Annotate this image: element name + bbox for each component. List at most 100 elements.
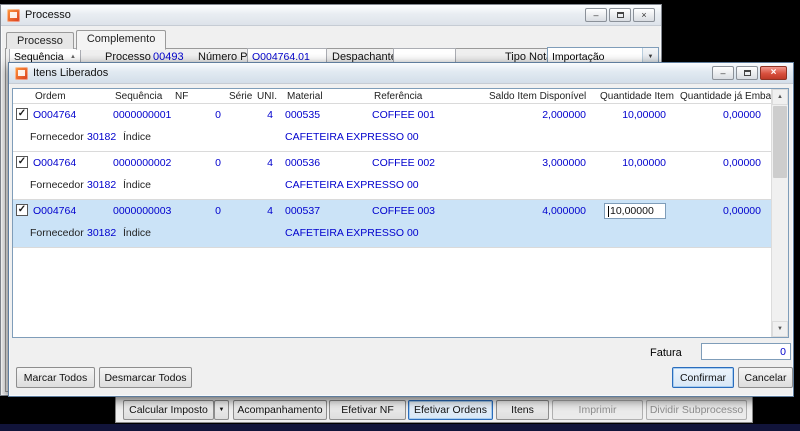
imprimir-button[interactable]: Imprimir	[552, 400, 643, 420]
row-detail-line: Fornecedor 30182 Índice CAFETEIRA EXPRES…	[13, 179, 788, 195]
table-row[interactable]: ✓ O004764 0000000002 0 4 000536 COFFEE 0…	[13, 152, 788, 200]
indice-label: Índice	[123, 227, 152, 239]
app-icon	[15, 66, 28, 80]
maximize-button[interactable]	[609, 8, 631, 22]
cell-material: 000535	[285, 109, 321, 121]
row-checkbox[interactable]: ✓	[16, 204, 28, 216]
cell-saldo-item-disponivel: 2,000000	[542, 109, 586, 121]
sequencia-label: Sequência	[14, 50, 64, 63]
material-descricao: CAFETEIRA EXPRESSO 00	[285, 179, 419, 191]
close-icon: ×	[770, 67, 777, 78]
itens-table: Ordem Sequência NF Série UNI. Material R…	[12, 88, 789, 338]
cell-quantidade-item[interactable]: 10,00000 10,00000	[598, 104, 678, 126]
header-ordem[interactable]: Ordem	[33, 89, 113, 103]
cell-referencia: COFFEE 003	[372, 205, 436, 217]
header-quantidade-item[interactable]: Quantidade Item	[598, 89, 678, 103]
desmarcar-todos-button[interactable]: Desmarcar Todos	[99, 367, 192, 388]
maximize-button[interactable]	[736, 66, 758, 80]
calcular-imposto-button[interactable]: Calcular Imposto	[123, 400, 214, 420]
close-button[interactable]: ×	[760, 66, 787, 80]
indice-label: Índice	[123, 179, 152, 191]
cell-sequencia: 0000000002	[113, 157, 172, 169]
taskbar-edge	[0, 424, 800, 431]
header-serie[interactable]: Série	[227, 89, 255, 103]
dialog-titlebar: Itens Liberados – ×	[9, 63, 793, 84]
cell-quantidade-item[interactable]: 10,00000 10,00000	[598, 200, 678, 222]
cell-uni: 4	[267, 205, 273, 217]
cell-ordem: O004764	[33, 205, 77, 217]
material-descricao: CAFETEIRA EXPRESSO 00	[285, 131, 419, 143]
cancelar-button[interactable]: Cancelar	[738, 367, 793, 388]
tab-processo[interactable]: Processo	[6, 32, 74, 49]
cell-sequencia: 0000000001	[113, 109, 172, 121]
scrollbar-thumb[interactable]	[773, 106, 787, 178]
row-checkbox[interactable]: ✓	[16, 108, 28, 120]
itens-liberados-dialog: Itens Liberados – × Ordem Sequência NF S…	[8, 62, 794, 397]
tab-complemento[interactable]: Complemento	[75, 30, 167, 50]
acompanhamento-button[interactable]: Acompanhamento	[233, 400, 327, 420]
efetivar-nf-button[interactable]: Efetivar NF	[329, 400, 406, 420]
confirmar-button[interactable]: Confirmar	[672, 367, 734, 388]
cell-nf: 0	[215, 157, 221, 169]
cell-quantidade-ja-embarcada: 0,00000	[723, 109, 761, 121]
fatura-input[interactable]: 0	[701, 343, 791, 360]
itens-button[interactable]: Itens	[496, 400, 549, 420]
close-button[interactable]: ×	[633, 8, 655, 22]
cell-material: 000537	[285, 205, 321, 217]
cell-nf: 0	[215, 109, 221, 121]
sort-caret-icon: ▲	[70, 53, 76, 60]
indice-label: Índice	[123, 131, 152, 143]
checkbox-cell: ✓	[13, 152, 33, 174]
cell-uni: 4	[267, 157, 273, 169]
cell-referencia: COFFEE 002	[372, 157, 436, 169]
scroll-up-icon[interactable]: ▲	[772, 89, 788, 105]
cell-ordem: O004764	[33, 109, 77, 121]
header-nf[interactable]: NF	[173, 89, 227, 103]
cell-nf: 0	[215, 205, 221, 217]
table-header: Ordem Sequência NF Série UNI. Material R…	[13, 89, 788, 104]
desktop: Processo – × Processo Complemento Sequên…	[0, 0, 800, 431]
cell-quantidade-item[interactable]: 10,00000 10,00000	[598, 152, 678, 174]
header-uni[interactable]: UNI.	[255, 89, 285, 103]
header-material[interactable]: Material	[285, 89, 372, 103]
process-actions-toolbar: Calcular Imposto ▼ Acompanhamento Efetiv…	[115, 396, 753, 423]
dividir-subprocesso-button[interactable]: Dividir Subprocesso	[646, 400, 747, 420]
close-icon: ×	[641, 9, 647, 20]
header-sequencia[interactable]: Sequência	[113, 89, 173, 103]
material-descricao: CAFETEIRA EXPRESSO 00	[285, 227, 419, 239]
dialog-window-controls: – ×	[712, 66, 787, 80]
cell-serie	[227, 200, 255, 222]
minimize-button[interactable]: –	[585, 8, 607, 22]
processo-window-controls: – ×	[585, 8, 655, 22]
row-checkbox[interactable]: ✓	[16, 156, 28, 168]
vertical-scrollbar[interactable]: ▲ ▼	[771, 89, 788, 337]
table-body: ✓ O004764 0000000001 0 4 000535 COFFEE 0…	[13, 104, 788, 248]
header-checkbox-column	[13, 89, 33, 103]
table-row[interactable]: ✓ O004764 0000000003 0 4 000537 COFFEE 0…	[13, 200, 788, 248]
tipo-nota-value: Importação	[552, 50, 605, 63]
cell-uni: 4	[267, 109, 273, 121]
calcular-imposto-dropdown-button[interactable]: ▼	[214, 400, 229, 420]
header-saldo-item-disponivel[interactable]: Saldo Item Disponível	[487, 89, 598, 103]
processo-titlebar: Processo – ×	[1, 5, 661, 26]
header-referencia[interactable]: Referência	[372, 89, 487, 103]
cell-ordem: O004764	[33, 157, 77, 169]
row-detail-line: Fornecedor 30182 Índice CAFETEIRA EXPRES…	[13, 227, 788, 243]
marcar-todos-button[interactable]: Marcar Todos	[16, 367, 95, 388]
fornecedor-value: 30182	[87, 179, 117, 191]
cell-quantidade-ja-embarcada: 0,00000	[723, 205, 761, 217]
table-row[interactable]: ✓ O004764 0000000001 0 4 000535 COFFEE 0…	[13, 104, 788, 152]
app-icon	[7, 8, 20, 22]
minimize-icon: –	[720, 67, 726, 78]
fatura-label: Fatura	[650, 347, 682, 359]
fornecedor-label: Fornecedor	[30, 227, 84, 239]
processo-tabs: Processo Complemento	[6, 28, 168, 50]
minimize-button[interactable]: –	[712, 66, 734, 80]
checkmark-icon: ✓	[17, 156, 27, 167]
processo-window-title: Processo	[25, 9, 71, 21]
quantidade-edit-input[interactable]: 10,00000	[604, 203, 666, 219]
cell-serie	[227, 104, 255, 126]
efetivar-ordens-button[interactable]: Efetivar Ordens	[408, 400, 493, 420]
checkmark-icon: ✓	[17, 204, 27, 215]
scroll-down-icon[interactable]: ▼	[772, 321, 788, 337]
